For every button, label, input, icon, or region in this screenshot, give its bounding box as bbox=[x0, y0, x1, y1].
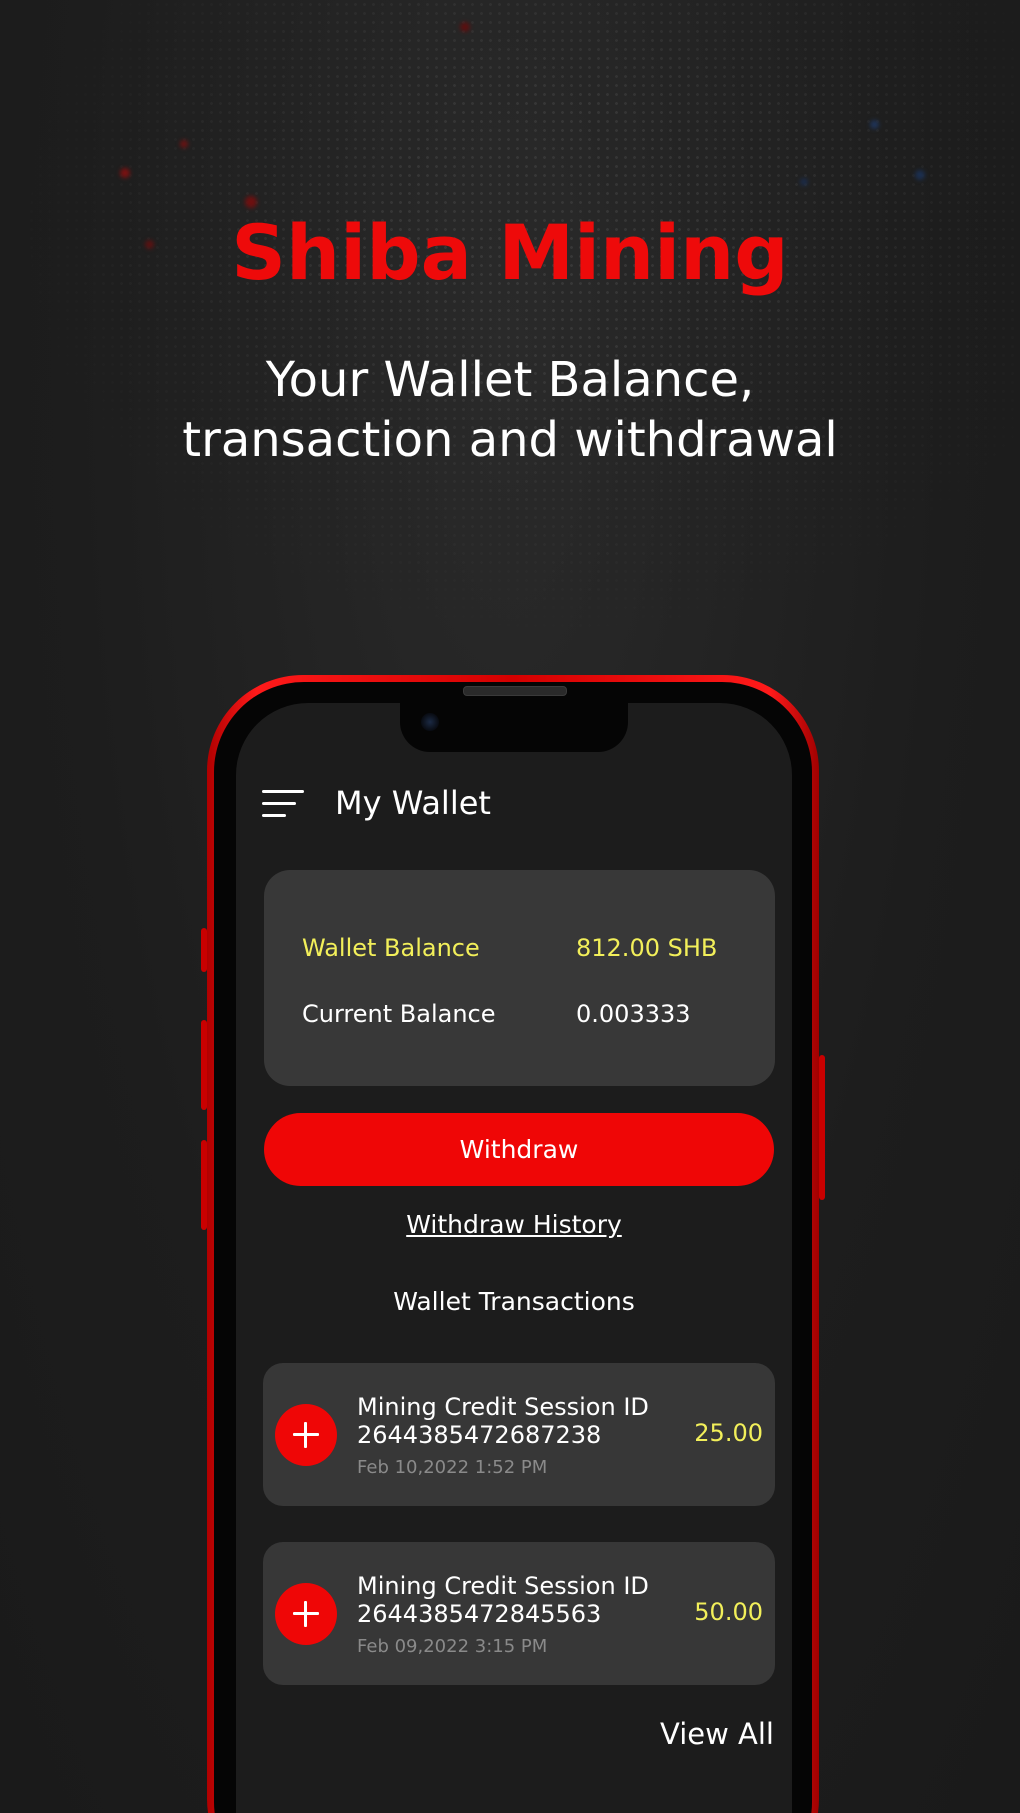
wallet-transactions-heading: Wallet Transactions bbox=[393, 1287, 635, 1316]
view-all-link[interactable]: View All bbox=[660, 1717, 774, 1751]
promo-page: Shiba Mining Your Wallet Balance, transa… bbox=[0, 0, 1020, 1813]
current-balance-value: 0.003333 bbox=[576, 1000, 691, 1028]
front-camera bbox=[421, 713, 439, 731]
promo-subline-line-2: transaction and withdrawal bbox=[182, 412, 838, 468]
transaction-title: Mining Credit Session ID 264438547284556… bbox=[357, 1572, 649, 1628]
map-glow-dot bbox=[915, 170, 925, 180]
transaction-date: Feb 10,2022 1:52 PM bbox=[357, 1457, 548, 1478]
map-glow-dot bbox=[460, 22, 470, 32]
promo-subline: Your Wallet Balance, transaction and wit… bbox=[0, 350, 1020, 470]
wallet-balance-value: 812.00 SHB bbox=[576, 934, 718, 962]
transaction-title-line: Mining Credit Session ID bbox=[357, 1393, 649, 1421]
transaction-item[interactable]: Mining Credit Session ID 264438547284556… bbox=[263, 1542, 775, 1685]
balance-card: Wallet Balance 812.00 SHB Current Balanc… bbox=[264, 870, 775, 1086]
transaction-item[interactable]: Mining Credit Session ID 264438547268723… bbox=[263, 1363, 775, 1506]
map-glow-dot bbox=[245, 196, 257, 208]
transaction-session-id: 2644385472845563 bbox=[357, 1600, 602, 1628]
map-glow-dot bbox=[870, 120, 879, 129]
phone-side-button bbox=[819, 1055, 825, 1200]
transaction-title-line: Mining Credit Session ID bbox=[357, 1572, 649, 1600]
transaction-title: Mining Credit Session ID 264438547268723… bbox=[357, 1393, 649, 1449]
withdraw-button[interactable]: Withdraw bbox=[264, 1113, 774, 1186]
page-title: My Wallet bbox=[335, 784, 491, 822]
transaction-date: Feb 09,2022 3:15 PM bbox=[357, 1636, 548, 1657]
hamburger-menu-icon[interactable] bbox=[262, 790, 304, 820]
withdraw-history-link[interactable]: Withdraw History bbox=[264, 1210, 764, 1239]
transaction-amount: 50.00 bbox=[694, 1598, 763, 1626]
phone-speaker bbox=[463, 686, 567, 696]
map-glow-dot bbox=[120, 168, 130, 178]
wallet-balance-label: Wallet Balance bbox=[302, 934, 480, 962]
map-glow-dot bbox=[180, 140, 188, 148]
current-balance-label: Current Balance bbox=[302, 1000, 496, 1028]
promo-subline-line-1: Your Wallet Balance, bbox=[265, 352, 755, 408]
plus-icon bbox=[275, 1404, 337, 1466]
plus-icon bbox=[275, 1583, 337, 1645]
transaction-session-id: 2644385472687238 bbox=[357, 1421, 602, 1449]
transaction-amount: 25.00 bbox=[694, 1419, 763, 1447]
world-map-dots bbox=[0, 0, 1020, 650]
promo-headline: Shiba Mining bbox=[231, 208, 789, 297]
map-glow-dot bbox=[800, 178, 808, 186]
